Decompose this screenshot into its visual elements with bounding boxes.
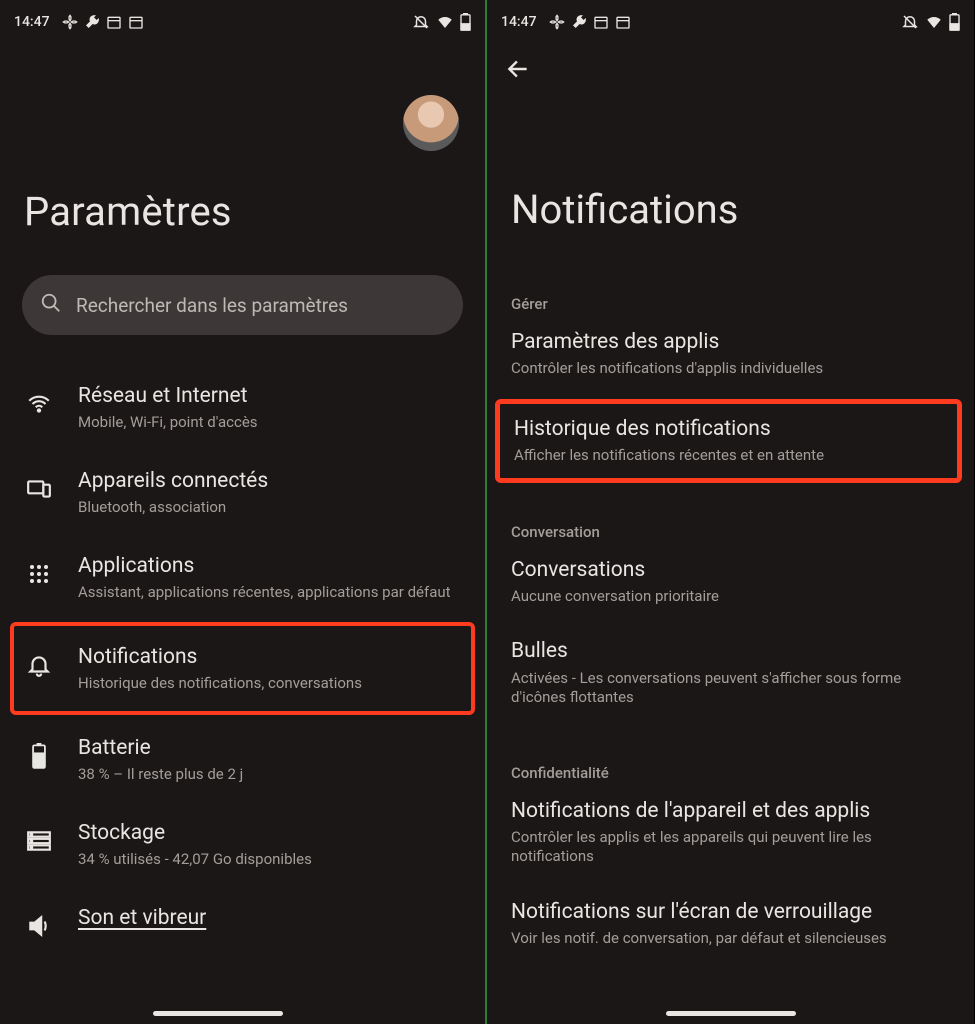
settings-list: Réseau et Internet Mobile, Wi-Fi, point … <box>0 365 485 983</box>
item-title: Historique des notifications <box>514 416 943 442</box>
section-manage: Gérer <box>487 295 974 313</box>
status-bar: 14:47 <box>487 8 974 36</box>
item-sub: Contrôler les notifications d'applis ind… <box>511 359 950 379</box>
row-storage[interactable]: Stockage 34 % utilisés - 42,07 Go dispon… <box>0 802 485 887</box>
profile-avatar[interactable] <box>403 95 459 151</box>
page-title: Notifications <box>487 186 974 233</box>
back-button[interactable] <box>487 56 974 86</box>
nav-indicator[interactable] <box>153 1011 283 1016</box>
item-title: Notifications sur l'écran de verrouillag… <box>511 899 950 925</box>
item-sub: Activées - Les conversations peuvent s'a… <box>511 669 950 708</box>
row-sub: Assistant, applications récentes, applic… <box>78 583 463 602</box>
apps-icon <box>22 557 56 591</box>
wifi-icon <box>436 13 454 31</box>
row-notifications[interactable]: Notifications Historique des notificatio… <box>10 622 475 715</box>
search-placeholder: Rechercher dans les paramètres <box>76 294 348 317</box>
item-conversations[interactable]: Conversations Aucune conversation priori… <box>487 541 974 623</box>
search-input[interactable]: Rechercher dans les paramètres <box>22 275 463 335</box>
wrench-icon <box>84 14 100 30</box>
row-title: Réseau et Internet <box>78 383 463 409</box>
search-icon <box>40 292 62 318</box>
devices-icon <box>22 472 56 506</box>
status-time: 14:47 <box>501 14 537 30</box>
status-right <box>901 13 960 31</box>
storage-icon <box>22 824 56 858</box>
item-notification-history[interactable]: Historique des notifications Afficher le… <box>495 399 962 483</box>
status-right <box>412 13 471 31</box>
wrench-icon <box>571 14 587 30</box>
row-title: Son et vibreur <box>78 905 463 931</box>
item-app-settings[interactable]: Paramètres des applis Contrôler les noti… <box>487 313 974 395</box>
item-title: Conversations <box>511 557 950 583</box>
phone-settings-main: 14:47 <box>0 0 487 1024</box>
row-sub: 38 % – Il reste plus de 2 j <box>78 765 463 784</box>
pinwheel-icon <box>62 14 78 30</box>
row-title: Notifications <box>78 644 463 670</box>
item-bubbles[interactable]: Bulles Activées - Les conversations peuv… <box>487 622 974 723</box>
row-network[interactable]: Réseau et Internet Mobile, Wi-Fi, point … <box>0 365 485 450</box>
battery-icon <box>460 13 471 31</box>
battery-icon <box>22 739 56 773</box>
item-sub: Contrôler les applis et les appareils qu… <box>511 828 950 867</box>
status-time: 14:47 <box>14 14 50 30</box>
item-title: Notifications de l'appareil et des appli… <box>511 798 950 824</box>
calendar-icon <box>106 14 122 30</box>
phone-notifications: 14:47 <box>487 0 974 1024</box>
row-applications[interactable]: Applications Assistant, applications réc… <box>0 535 485 620</box>
pinwheel-icon <box>549 14 565 30</box>
item-sub: Afficher les notifications récentes et e… <box>514 446 943 466</box>
calendar-icon <box>593 14 609 30</box>
calendar-icon-2 <box>615 14 631 30</box>
nav-indicator[interactable] <box>666 1011 796 1016</box>
status-left: 14:47 <box>14 14 144 30</box>
wifi-icon <box>22 387 56 421</box>
row-title: Stockage <box>78 820 463 846</box>
bell-icon <box>22 648 56 682</box>
row-title: Appareils connectés <box>78 468 463 494</box>
row-connected-devices[interactable]: Appareils connectés Bluetooth, associati… <box>0 450 485 535</box>
row-title: Applications <box>78 553 463 579</box>
battery-icon <box>949 13 960 31</box>
row-sub: Bluetooth, association <box>78 498 463 517</box>
item-title: Bulles <box>511 638 950 664</box>
status-bar: 14:47 <box>0 8 485 36</box>
row-sub: Historique des notifications, conversati… <box>78 674 463 693</box>
dnd-icon <box>901 13 919 31</box>
item-device-apps-notifications[interactable]: Notifications de l'appareil et des appli… <box>487 782 974 883</box>
row-title: Batterie <box>78 735 463 761</box>
row-sound[interactable]: Son et vibreur <box>0 887 485 943</box>
item-lockscreen-notifications[interactable]: Notifications sur l'écran de verrouillag… <box>487 883 974 953</box>
section-conversation: Conversation <box>487 523 974 541</box>
row-sub: Mobile, Wi-Fi, point d'accès <box>78 413 463 432</box>
item-sub: Voir les notif. de conversation, par déf… <box>511 929 950 949</box>
status-left: 14:47 <box>501 14 631 30</box>
section-privacy: Confidentialité <box>487 764 974 782</box>
volume-icon <box>22 909 56 943</box>
dnd-icon <box>412 13 430 31</box>
wifi-icon <box>925 13 943 31</box>
calendar-icon-2 <box>128 14 144 30</box>
item-sub: Aucune conversation prioritaire <box>511 587 950 607</box>
row-sub: 34 % utilisés - 42,07 Go disponibles <box>78 850 463 869</box>
item-title: Paramètres des applis <box>511 329 950 355</box>
row-battery[interactable]: Batterie 38 % – Il reste plus de 2 j <box>0 717 485 802</box>
page-title: Paramètres <box>0 188 485 235</box>
